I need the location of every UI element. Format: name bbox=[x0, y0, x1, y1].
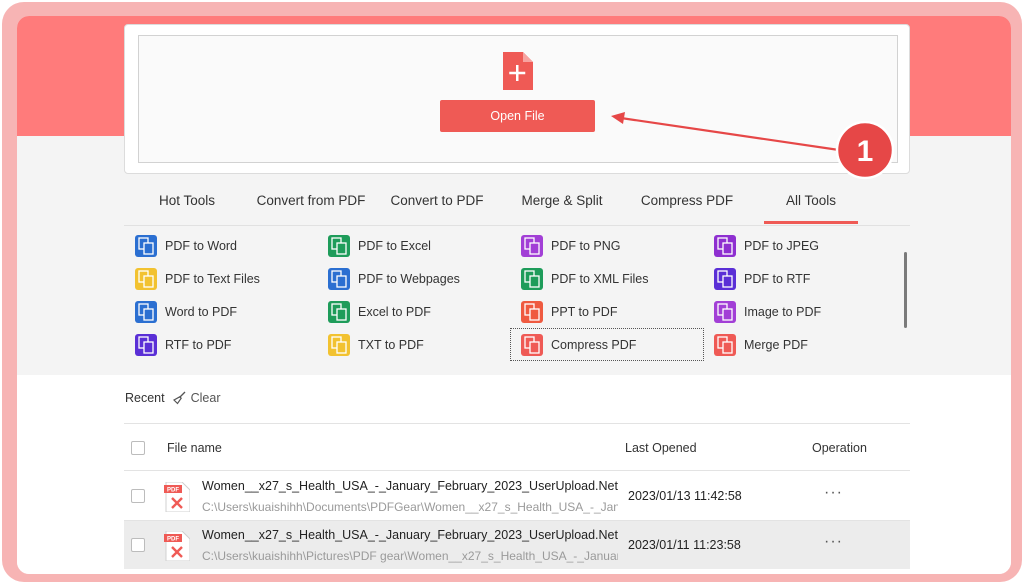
open-file-button[interactable]: Open File bbox=[440, 100, 595, 132]
tool-excel-to-pdf[interactable]: Excel to PDF bbox=[328, 298, 514, 326]
tool-pdf-to-word[interactable]: PDF to Word bbox=[135, 232, 321, 260]
tool-word-to-pdf[interactable]: Word to PDF bbox=[135, 298, 321, 326]
clear-button[interactable]: Clear bbox=[172, 391, 221, 405]
broom-icon bbox=[172, 391, 186, 405]
tool-label: PDF to PNG bbox=[551, 239, 621, 253]
tab-compress-pdf[interactable]: Compress PDF bbox=[622, 186, 752, 226]
table-row[interactable]: PDF Women__x27_s_Health_USA_-_January_Fe… bbox=[124, 521, 910, 569]
tool-label: PDF to JPEG bbox=[744, 239, 820, 253]
tool-pdf-to-webpages[interactable]: PDF to Webpages bbox=[328, 265, 514, 293]
app-window: Open File 1 Hot Tools Convert from PDF C… bbox=[17, 16, 1011, 574]
tool-label: Image to PDF bbox=[744, 305, 822, 319]
tool-merge-pdf[interactable]: Merge PDF bbox=[714, 331, 900, 359]
last-opened-date: 2023/01/13 11:42:58 bbox=[628, 489, 742, 503]
table-row[interactable]: PDF Women__x27_s_Health_USA_-_January_Fe… bbox=[124, 472, 910, 520]
pdf-to-text-icon bbox=[135, 268, 157, 290]
tool-image-to-pdf[interactable]: Image to PDF bbox=[714, 298, 900, 326]
word-to-pdf-icon bbox=[135, 301, 157, 323]
more-options-icon[interactable]: ··· bbox=[824, 533, 843, 551]
file-path: C:\Users\kuaishihh\Documents\PDFGear\Wom… bbox=[202, 500, 618, 514]
tool-rtf-to-pdf[interactable]: RTF to PDF bbox=[135, 331, 321, 359]
recent-section: Recent Clear File name Last Opened Opera… bbox=[17, 375, 1011, 574]
select-all-checkbox[interactable] bbox=[131, 441, 145, 455]
more-options-icon[interactable]: ··· bbox=[824, 484, 843, 502]
tool-label: Compress PDF bbox=[551, 337, 637, 352]
tool-pdf-to-xml-files[interactable]: PDF to XML Files bbox=[521, 265, 707, 293]
column-file-name: File name bbox=[167, 441, 222, 455]
pdf-file-icon: PDF bbox=[164, 482, 190, 512]
header-divider bbox=[124, 470, 910, 471]
txt-to-pdf-icon bbox=[328, 334, 350, 356]
svg-text:PDF: PDF bbox=[167, 537, 179, 543]
tools-grid: PDF to Word PDF to Excel PDF to PNG PDF to … bbox=[135, 232, 910, 367]
tool-label: PDF to Text Files bbox=[165, 272, 260, 286]
tool-label: PDF to Webpages bbox=[358, 272, 460, 286]
rtf-to-pdf-icon bbox=[135, 334, 157, 356]
tool-label: PDF to Word bbox=[165, 239, 238, 253]
tools-scrollbar[interactable] bbox=[904, 252, 907, 328]
ppt-to-pdf-icon bbox=[521, 301, 543, 323]
pdf-to-png-icon bbox=[521, 235, 543, 257]
pdf-to-xml-icon bbox=[521, 268, 543, 290]
file-name: Women__x27_s_Health_USA_-_January_Februa… bbox=[202, 479, 618, 493]
excel-to-pdf-icon bbox=[328, 301, 350, 323]
tool-ppt-to-pdf[interactable]: PPT to PDF bbox=[521, 298, 707, 326]
tool-pdf-to-png[interactable]: PDF to PNG bbox=[521, 232, 707, 260]
recent-divider bbox=[124, 423, 910, 424]
step-number: 1 bbox=[857, 135, 874, 168]
file-plus-icon bbox=[503, 52, 533, 90]
svg-text:PDF: PDF bbox=[167, 488, 179, 494]
tab-all-tools[interactable]: All Tools bbox=[764, 186, 858, 226]
tool-pdf-to-rtf[interactable]: PDF to RTF bbox=[714, 265, 900, 293]
tool-pdf-to-jpeg[interactable]: PDF to JPEG bbox=[714, 232, 900, 260]
clear-label: Clear bbox=[190, 391, 221, 405]
pdf-file-icon: PDF bbox=[164, 531, 190, 561]
pdf-to-excel-icon bbox=[328, 235, 350, 257]
row-checkbox[interactable] bbox=[131, 489, 145, 503]
recent-header: Recent Clear bbox=[125, 391, 220, 405]
tool-label: PDF to XML Files bbox=[551, 272, 649, 286]
last-opened-date: 2023/01/11 11:23:58 bbox=[628, 538, 741, 552]
column-operation: Operation bbox=[812, 441, 867, 455]
row-checkbox[interactable] bbox=[131, 538, 145, 552]
tab-convert-to-pdf[interactable]: Convert to PDF bbox=[372, 186, 502, 226]
pdf-to-rtf-icon bbox=[714, 268, 736, 290]
tab-merge-split[interactable]: Merge & Split bbox=[502, 186, 622, 226]
annotation-callout: 1 bbox=[611, 112, 895, 180]
tool-txt-to-pdf[interactable]: TXT to PDF bbox=[328, 331, 514, 359]
pdf-to-webpages-icon bbox=[328, 268, 350, 290]
column-last-opened: Last Opened bbox=[625, 441, 697, 455]
compress-pdf-icon bbox=[521, 333, 543, 356]
file-path: C:\Users\kuaishihh\Pictures\PDF gear\Wom… bbox=[202, 549, 618, 563]
tool-label: PDF to Excel bbox=[358, 239, 431, 253]
image-to-pdf-icon bbox=[714, 301, 736, 323]
pdf-to-word-icon bbox=[135, 235, 157, 257]
tool-label: RTF to PDF bbox=[165, 338, 232, 352]
tool-label: TXT to PDF bbox=[358, 338, 424, 352]
arrow-head-icon bbox=[611, 112, 625, 124]
tool-label: PPT to PDF bbox=[551, 305, 618, 319]
tool-label: Merge PDF bbox=[744, 338, 808, 352]
tool-compress-pdf[interactable]: Compress PDF bbox=[510, 328, 704, 361]
screenshot-frame: Open File 1 Hot Tools Convert from PDF C… bbox=[2, 2, 1022, 582]
tool-pdf-to-text-files[interactable]: PDF to Text Files bbox=[135, 265, 321, 293]
tab-hot-tools[interactable]: Hot Tools bbox=[124, 186, 250, 226]
tool-label: Excel to PDF bbox=[358, 305, 431, 319]
tool-label: PDF to RTF bbox=[744, 272, 811, 286]
pdf-to-jpeg-icon bbox=[714, 235, 736, 257]
tool-category-tabs: Hot Tools Convert from PDF Convert to PD… bbox=[124, 186, 910, 226]
tab-convert-from-pdf[interactable]: Convert from PDF bbox=[250, 186, 372, 226]
recent-title: Recent bbox=[125, 391, 165, 405]
merge-pdf-icon bbox=[714, 334, 736, 356]
tool-label: Word to PDF bbox=[165, 305, 238, 319]
tool-pdf-to-excel[interactable]: PDF to Excel bbox=[328, 232, 514, 260]
file-name: Women__x27_s_Health_USA_-_January_Februa… bbox=[202, 528, 618, 542]
